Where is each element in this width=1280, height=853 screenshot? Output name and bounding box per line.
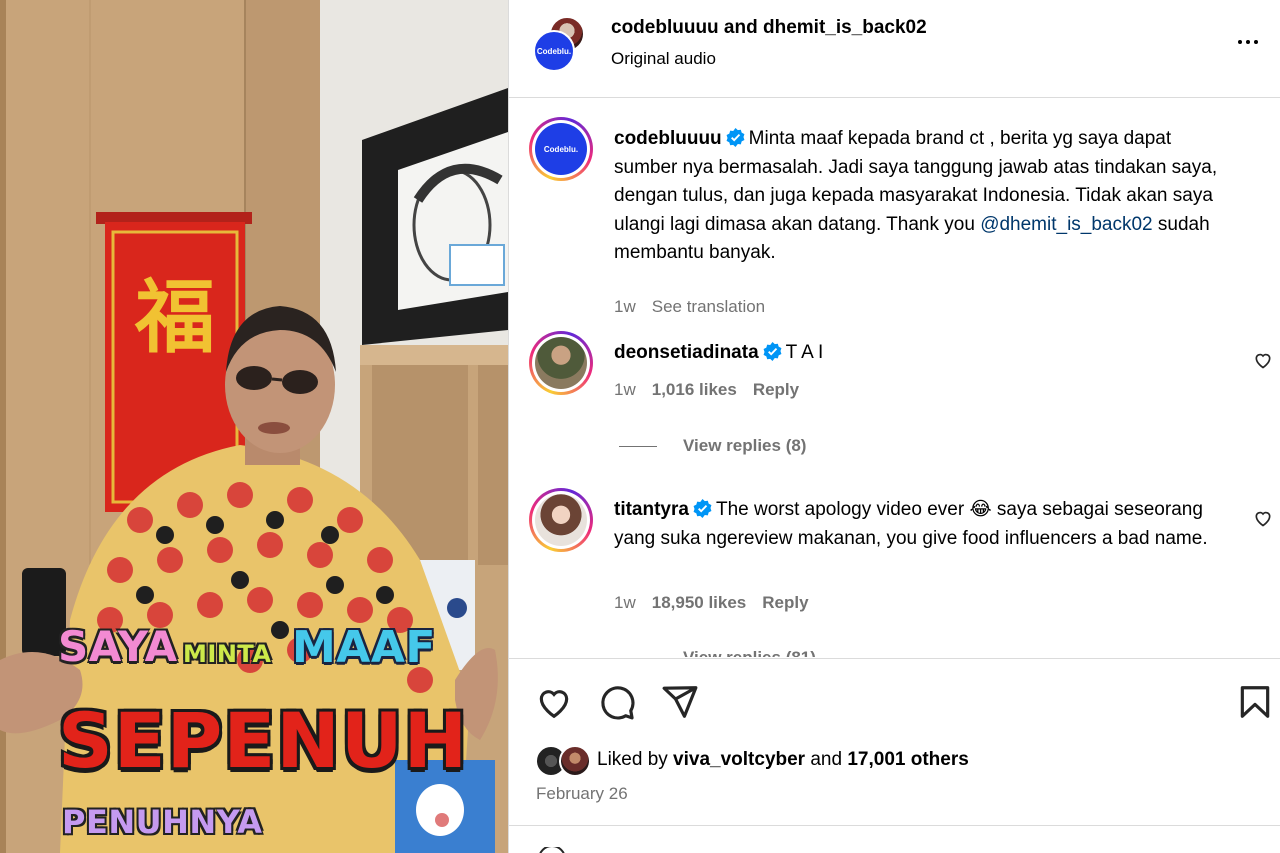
video-caption-maaf: MAAF — [292, 622, 436, 673]
comment-text-block: deonsetiadinata T A I — [614, 339, 1224, 368]
verified-badge-icon — [763, 342, 782, 361]
like-heart-icon[interactable] — [535, 683, 573, 721]
comment-avatar-ring[interactable] — [529, 488, 593, 552]
comment-text-block: titantyra The worst apology video ever 😂 … — [614, 496, 1224, 553]
comment-text-part1: The worst apology video ever — [715, 499, 970, 520]
like-comment-heart-icon[interactable] — [1253, 508, 1273, 528]
svg-text:福: 福 — [134, 270, 215, 364]
emoji-picker-icon[interactable] — [537, 847, 567, 853]
comment-avatar-ring[interactable] — [529, 331, 593, 395]
comment-meta: 1w 1,016 likes Reply — [614, 380, 815, 400]
collab-avatars[interactable]: Codeblu. — [533, 16, 589, 72]
liked-by-prefix: Liked by — [597, 749, 674, 770]
verified-badge-icon — [693, 499, 712, 518]
video-caption-sepenuh: SEPENUH — [58, 696, 469, 785]
comment-reply-button[interactable]: Reply — [753, 380, 799, 399]
comment-avatar — [535, 337, 587, 389]
more-dot-icon — [1254, 40, 1258, 44]
post-side-panel: Codeblu. codebluuuu and dhemit_is_back02… — [508, 0, 1280, 853]
comment-text: T A I — [785, 342, 824, 363]
comments-list[interactable]: Codeblu. codebluuuu Minta maaf kepada bra… — [509, 99, 1280, 657]
more-dot-icon — [1238, 40, 1242, 44]
comment-time[interactable]: 1w — [614, 380, 636, 399]
laughing-emoji-icon: 😂 — [969, 499, 992, 520]
comment-username[interactable]: deonsetiadinata — [614, 342, 759, 363]
add-comment-area[interactable] — [509, 827, 1280, 853]
verified-badge-icon — [726, 128, 745, 147]
post-date[interactable]: February 26 — [536, 784, 628, 804]
video-caption-saya: SAYA — [58, 622, 178, 671]
likes-others-link[interactable]: 17,001 others — [847, 749, 968, 770]
caption-text-block: codebluuuu Minta maaf kepada brand ct , b… — [614, 125, 1224, 268]
save-bookmark-icon[interactable] — [1236, 683, 1274, 721]
see-translation-button[interactable]: See translation — [652, 297, 765, 316]
video-caption-penuhnya: PENUHNYA — [62, 803, 263, 841]
caption-username[interactable]: codebluuuu — [614, 128, 722, 149]
comment-bubble-icon[interactable] — [598, 683, 636, 721]
reel-video-frame[interactable]: 福 SAYA MINTA MAAF SEPENUH PENUHNYA — [0, 0, 508, 853]
comment-likes-count[interactable]: 18,950 likes — [652, 593, 747, 612]
more-options-button[interactable] — [1233, 30, 1263, 54]
video-caption-minta: MINTA — [183, 640, 272, 668]
liked-by-text: Liked by viva_voltcyber and 17,001 other… — [597, 749, 969, 771]
liked-by-avatars[interactable] — [535, 745, 595, 777]
caption-avatar-ring[interactable]: Codeblu. — [529, 117, 593, 181]
post-author-names[interactable]: codebluuuu and dhemit_is_back02 — [611, 17, 927, 39]
post-header: Codeblu. codebluuuu and dhemit_is_back02… — [509, 0, 1280, 98]
caption-avatar: Codeblu. — [535, 123, 587, 175]
like-comment-heart-icon[interactable] — [1253, 350, 1273, 370]
comment-meta: 1w 18,950 likes Reply — [614, 593, 825, 613]
post-actions-section: Liked by viva_voltcyber and 17,001 other… — [509, 658, 1280, 826]
caption-mention-link[interactable]: @dhemit_is_back02 — [980, 214, 1152, 235]
liked-by-and: and — [805, 749, 848, 770]
audio-link[interactable]: Original audio — [611, 49, 716, 69]
comment-likes-count[interactable]: 1,016 likes — [652, 380, 737, 399]
caption-meta: 1w See translation — [614, 297, 781, 317]
comment-reply-button[interactable]: Reply — [762, 593, 808, 612]
more-dot-icon — [1246, 40, 1250, 44]
caption-time[interactable]: 1w — [614, 297, 636, 316]
view-replies-button[interactable]: View replies (8) — [619, 436, 806, 456]
liker-avatar — [559, 745, 591, 777]
share-send-icon[interactable] — [661, 683, 699, 721]
comment-time[interactable]: 1w — [614, 593, 636, 612]
comment-username[interactable]: titantyra — [614, 499, 689, 520]
comment-avatar — [535, 494, 587, 546]
view-replies-button[interactable]: View replies (81) — [619, 648, 816, 657]
author-avatar[interactable]: Codeblu. — [533, 30, 575, 72]
liked-by-user-link[interactable]: viva_voltcyber — [673, 749, 805, 770]
